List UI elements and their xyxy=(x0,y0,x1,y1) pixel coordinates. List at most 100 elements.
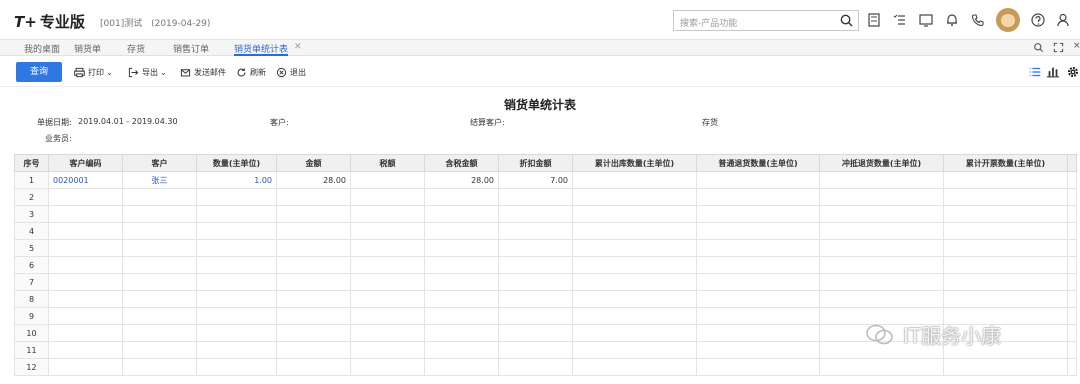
column-header-spacer xyxy=(1067,154,1077,172)
grid-header-row: 序号 客户编码 客户 数量(主单位) 金额 税额 含税金额 折扣金额 累计出库数… xyxy=(14,154,1077,172)
exit-icon xyxy=(276,67,287,77)
calculator-icon[interactable] xyxy=(866,12,882,28)
chevron-down-icon: ⌄ xyxy=(160,67,167,77)
tab-sales-delivery[interactable]: 销货单 xyxy=(74,42,101,56)
customer-name-cell[interactable]: 张三 xyxy=(122,171,197,189)
table-row[interactable]: 5 xyxy=(14,239,1077,257)
search-input[interactable]: 搜索-产品功能 xyxy=(680,16,737,29)
column-header[interactable]: 冲抵退货数量(主单位) xyxy=(819,154,944,172)
chevron-down-icon: ⌄ xyxy=(106,67,113,77)
chart-view-icon[interactable] xyxy=(1046,65,1060,79)
tab-inventory[interactable]: 存货 xyxy=(127,42,145,56)
out-qty-cell[interactable] xyxy=(572,171,697,189)
inventory-label: 存货 xyxy=(702,118,718,127)
column-header[interactable]: 金额 xyxy=(276,154,351,172)
row-number: 8 xyxy=(14,290,49,308)
offset-qty-cell[interactable] xyxy=(819,171,944,189)
gear-icon[interactable] xyxy=(1066,65,1080,79)
table-row[interactable]: 1 0020001 张三 1.00 28.00 28.00 7.00 xyxy=(14,171,1077,189)
row-number: 1 xyxy=(14,171,49,189)
row-number: 12 xyxy=(14,358,49,376)
send-email-button[interactable]: 发送邮件 xyxy=(180,66,226,78)
column-header[interactable]: 累计出库数量(主单位) xyxy=(572,154,697,172)
column-header[interactable]: 含税金额 xyxy=(424,154,499,172)
search-box[interactable]: 搜索-产品功能 xyxy=(673,10,859,31)
return-qty-cell[interactable] xyxy=(696,171,820,189)
customer-label: 客户: xyxy=(270,118,289,127)
tab-desktop[interactable]: 我的桌面 xyxy=(24,42,60,56)
export-label: 导出 xyxy=(142,67,158,77)
table-row[interactable]: 4 xyxy=(14,222,1077,240)
export-icon xyxy=(128,67,139,77)
tax-amount-cell[interactable]: 28.00 xyxy=(424,171,499,189)
watermark: IT服务小康 xyxy=(865,320,1001,349)
company-name: [001]测试 xyxy=(100,19,143,29)
spacer-cell xyxy=(1067,171,1077,189)
doc-date-value: 2019.04.01 - 2019.04.30 xyxy=(78,117,178,126)
phone-icon[interactable] xyxy=(970,12,986,28)
salesman-label: 业务员: xyxy=(45,134,72,143)
table-row[interactable]: 6 xyxy=(14,256,1077,274)
column-header[interactable]: 数量(主单位) xyxy=(196,154,277,172)
refresh-label: 刷新 xyxy=(250,67,266,77)
discount-cell[interactable]: 7.00 xyxy=(498,171,573,189)
customer-code-cell[interactable]: 0020001 xyxy=(48,171,123,189)
help-icon[interactable] xyxy=(1030,12,1046,28)
user-icon[interactable] xyxy=(1055,12,1071,28)
app-logo: T+ 专业版 xyxy=(14,13,85,31)
tax-cell[interactable] xyxy=(350,171,425,189)
company-info: [001]测试 (2019-04-29) xyxy=(100,16,210,29)
table-row[interactable]: 12 xyxy=(14,358,1077,376)
fullscreen-icon[interactable] xyxy=(1053,42,1064,53)
tab-bar: 我的桌面 销货单 存货 销售订单 销货单统计表 ✕ × xyxy=(0,40,1080,56)
row-number: 7 xyxy=(14,273,49,291)
login-date: (2019-04-29) xyxy=(151,19,211,29)
tab-sales-statistics[interactable]: 销货单统计表 xyxy=(234,42,289,56)
table-row[interactable]: 8 xyxy=(14,290,1077,308)
column-header[interactable]: 客户编码 xyxy=(48,154,123,172)
avatar[interactable] xyxy=(996,8,1020,32)
refresh-icon xyxy=(237,67,246,76)
search-icon[interactable] xyxy=(839,13,854,28)
invoice-qty-cell[interactable] xyxy=(943,171,1068,189)
tab-search-icon[interactable] xyxy=(1033,42,1044,53)
table-row[interactable]: 3 xyxy=(14,205,1077,223)
row-number: 6 xyxy=(14,256,49,274)
quantity-cell[interactable]: 1.00 xyxy=(196,171,277,189)
bell-icon[interactable] xyxy=(944,12,960,28)
column-header[interactable]: 序号 xyxy=(14,154,49,172)
amount-cell[interactable]: 28.00 xyxy=(276,171,351,189)
row-number: 2 xyxy=(14,188,49,206)
exit-button[interactable]: 退出 xyxy=(276,66,306,78)
tab-sales-order[interactable]: 销售订单 xyxy=(173,42,209,56)
row-number: 9 xyxy=(14,307,49,325)
table-row[interactable]: 2 xyxy=(14,188,1077,206)
monitor-icon[interactable] xyxy=(918,12,934,28)
close-icon[interactable]: × xyxy=(1073,41,1080,51)
export-button[interactable]: 导出 ⌄ xyxy=(128,66,167,78)
row-number: 5 xyxy=(14,239,49,257)
row-number: 3 xyxy=(14,205,49,223)
column-header[interactable]: 普通退货数量(主单位) xyxy=(696,154,820,172)
column-header[interactable]: 客户 xyxy=(122,154,197,172)
watermark-text: IT服务小康 xyxy=(903,324,1002,348)
query-button[interactable]: 查询 xyxy=(16,62,62,82)
exit-label: 退出 xyxy=(290,67,306,77)
printer-icon xyxy=(74,67,85,77)
top-bar: T+ 专业版 [001]测试 (2019-04-29) 搜索-产品功能 xyxy=(0,0,1080,40)
list-view-icon[interactable] xyxy=(1028,65,1042,79)
row-number: 4 xyxy=(14,222,49,240)
tasks-icon[interactable] xyxy=(892,12,908,28)
row-number: 11 xyxy=(14,341,49,359)
print-button[interactable]: 打印 ⌄ xyxy=(74,66,113,78)
toolbar: 查询 打印 ⌄ 导出 ⌄ 发送邮件 刷新 退出 xyxy=(0,57,1080,87)
column-header[interactable]: 累计开票数量(主单位) xyxy=(943,154,1068,172)
column-header[interactable]: 税额 xyxy=(350,154,425,172)
refresh-button[interactable]: 刷新 xyxy=(236,66,266,78)
email-icon xyxy=(180,68,191,76)
column-header[interactable]: 折扣金额 xyxy=(498,154,573,172)
close-tab-icon[interactable]: ✕ xyxy=(294,42,302,52)
table-row[interactable]: 7 xyxy=(14,273,1077,291)
row-number: 10 xyxy=(14,324,49,342)
send-email-label: 发送邮件 xyxy=(194,67,226,77)
